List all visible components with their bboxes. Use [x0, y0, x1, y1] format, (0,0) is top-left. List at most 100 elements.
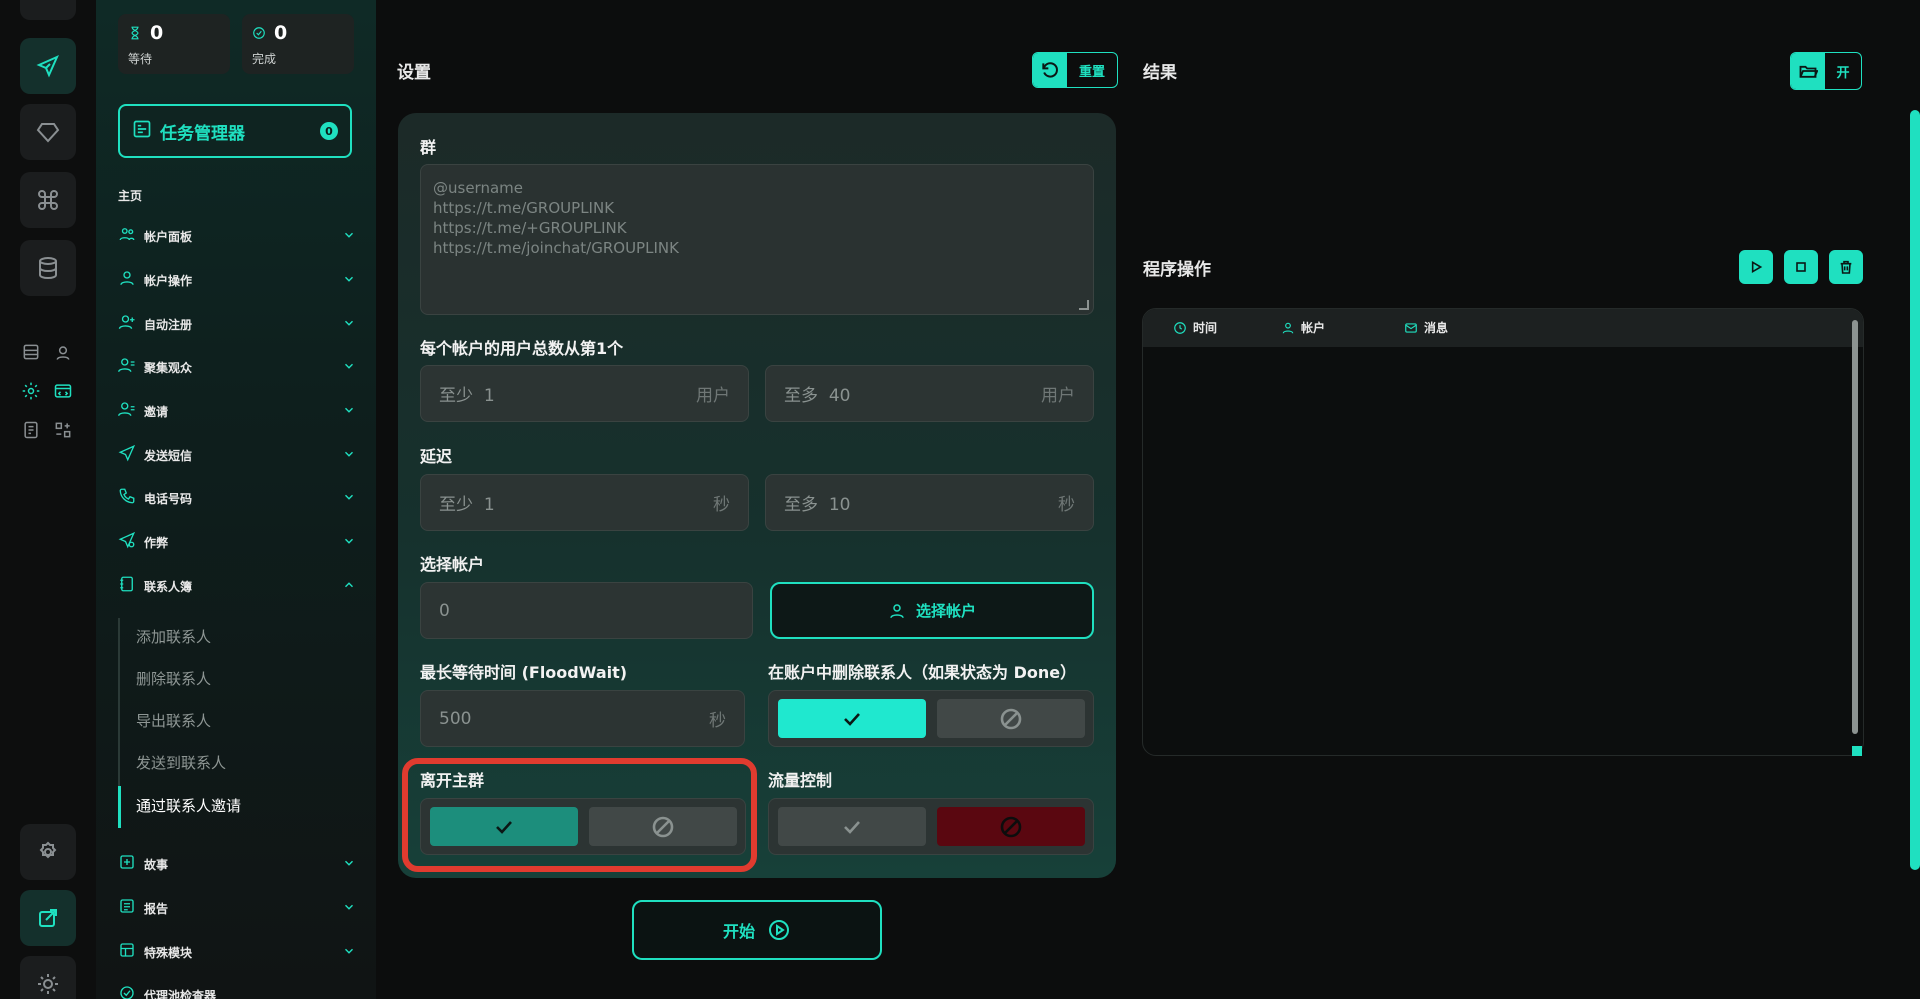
rail-mini-pin[interactable]	[52, 341, 74, 363]
sidebar-item-auto-register[interactable]: 自动注册	[118, 309, 356, 339]
folder-open-icon	[1799, 65, 1818, 78]
stop-button[interactable]	[1784, 250, 1818, 284]
delay-max-input[interactable]: 至多 10 秒	[765, 474, 1094, 531]
stat-waiting-value: 0	[150, 22, 164, 44]
document-icon	[24, 421, 38, 439]
user-icon	[1282, 322, 1294, 333]
delete-contacts-label: 在账户中删除联系人（如果状态为 Done）	[768, 663, 1077, 682]
sidebar-item-phone[interactable]: 电话号码	[118, 483, 356, 513]
chevron-down-icon	[345, 860, 353, 866]
ban-icon	[1000, 816, 1022, 837]
delay-max-unit: 秒	[1058, 495, 1075, 515]
sidebar-item-special-module[interactable]: 特殊模块	[118, 937, 356, 967]
flow-control-yes[interactable]	[778, 807, 926, 846]
task-manager-label: 任务管理器	[160, 123, 245, 144]
sidebar-item-label: 报告	[144, 901, 169, 916]
floodwait-label: 最长等待时间 (FloodWait)	[420, 663, 628, 682]
delete-contacts-toggle	[768, 690, 1094, 747]
users-max-input[interactable]: 至多 40 用户	[765, 365, 1094, 422]
subnav-add-contact[interactable]: 添加联系人	[136, 626, 211, 647]
sidebar-item-story[interactable]: 故事	[118, 849, 356, 879]
user-plus-icon	[118, 315, 135, 330]
rail-settings-button[interactable]	[20, 824, 76, 880]
rail-telegram-button[interactable]	[20, 38, 76, 94]
subnav-send-to-contact[interactable]: 发送到联系人	[136, 752, 226, 773]
rail-mini-settings[interactable]	[20, 380, 42, 402]
reset-button[interactable]: 重置	[1032, 52, 1118, 88]
subnav-export-contact[interactable]: 导出联系人	[136, 710, 211, 731]
rail-mini-list[interactable]	[20, 341, 42, 363]
rail-command-button[interactable]	[20, 172, 76, 228]
delay-min-prefix: 至少	[439, 495, 473, 515]
rail-home-button[interactable]	[20, 0, 76, 20]
log-resize-corner[interactable]	[1852, 746, 1862, 756]
sidebar-item-send-sms[interactable]: 发送短信	[118, 440, 356, 470]
users-min-input[interactable]: 至少 1 用户	[420, 365, 749, 422]
group-textarea[interactable]: @username https://t.me/GROUPLINK https:/…	[420, 164, 1094, 315]
rail-diamond-button[interactable]	[20, 104, 76, 160]
sidebar-item-account-panel[interactable]: 帐户面板	[118, 221, 356, 251]
sidebar-item-invite[interactable]: 邀请	[118, 396, 356, 426]
rail-mini-grid[interactable]	[52, 419, 74, 441]
home-icon	[36, 0, 60, 4]
invite-icon	[118, 402, 135, 417]
sidebar-item-account-ops[interactable]: 帐户操作	[118, 265, 356, 295]
start-button[interactable]: 开始	[632, 900, 882, 960]
sidebar-item-label: 电话号码	[144, 491, 193, 506]
rail-external-button[interactable]	[20, 890, 76, 946]
flow-control-no[interactable]	[937, 807, 1085, 846]
flow-control-toggle	[768, 798, 1094, 855]
subnav-delete-contact[interactable]: 删除联系人	[136, 668, 211, 689]
settings-title: 设置	[397, 63, 431, 83]
chevron-down-icon	[345, 407, 353, 413]
icon-rail	[0, 0, 96, 999]
sidebar-item-proxy-checker[interactable]: 代理池检查器	[118, 980, 356, 999]
flow-control-label: 流量控制	[768, 771, 833, 790]
stat-done: 0 完成	[242, 14, 354, 74]
sidebar-item-audience[interactable]: 聚集观众	[118, 352, 356, 382]
select-account-button[interactable]: 选择帐户	[770, 582, 1094, 639]
paper-plane-icon	[36, 55, 59, 78]
log-col-account[interactable]: 帐户	[1281, 319, 1325, 336]
clear-log-button[interactable]	[1829, 250, 1863, 284]
log-col-message[interactable]: 消息	[1404, 319, 1448, 336]
log-col-time[interactable]: 时间	[1173, 319, 1217, 336]
stop-icon	[1796, 262, 1806, 272]
check-icon	[844, 820, 860, 834]
delete-contacts-no[interactable]	[937, 699, 1085, 738]
log-scrollbar[interactable]	[1852, 320, 1858, 734]
rail-database-button[interactable]	[20, 240, 76, 296]
sidebar-item-label: 故事	[144, 857, 169, 872]
rail-mini-code[interactable]	[52, 380, 74, 402]
rail-mini-doc[interactable]	[20, 419, 42, 441]
log-table: 时间 帐户 消息	[1142, 308, 1864, 756]
floodwait-input[interactable]: 500 秒	[420, 690, 745, 747]
select-account-label: 选择帐户	[420, 555, 485, 574]
delete-contacts-yes[interactable]	[778, 699, 926, 738]
chevron-down-icon	[345, 494, 353, 500]
select-account-button-label: 选择帐户	[915, 602, 976, 620]
stat-waiting: 0 等待	[118, 14, 230, 74]
rail-theme-button[interactable]	[20, 956, 76, 999]
stat-waiting-label: 等待	[128, 52, 153, 66]
open-folder-button[interactable]: 开	[1790, 52, 1862, 90]
sidebar-item-label: 代理池检查器	[144, 988, 217, 999]
selected-account-count[interactable]: 0	[420, 582, 753, 639]
results-title: 结果	[1143, 63, 1177, 83]
sidebar-item-contacts[interactable]: 联系人簿	[118, 571, 356, 601]
delay-min-input[interactable]: 至少 1 秒	[420, 474, 749, 531]
page-scrollbar[interactable]	[1910, 110, 1920, 870]
highlight-box	[402, 758, 757, 872]
sidebar-item-report[interactable]: 报告	[118, 893, 356, 923]
sidebar-item-label: 帐户面板	[144, 229, 193, 244]
resize-grip[interactable]	[1079, 300, 1089, 310]
sidebar-item-cheat[interactable]: 作弊	[118, 527, 356, 557]
external-link-icon	[39, 909, 57, 927]
sidebar-item-label: 特殊模块	[144, 945, 193, 960]
chevron-down-icon	[345, 904, 353, 910]
subnav-invite-via-contact[interactable]: 通过联系人邀请	[136, 795, 241, 816]
chevron-down-icon	[345, 232, 353, 238]
run-button[interactable]	[1739, 250, 1773, 284]
task-manager-button[interactable]: 任务管理器 0	[118, 104, 352, 158]
location-icon	[56, 346, 70, 360]
